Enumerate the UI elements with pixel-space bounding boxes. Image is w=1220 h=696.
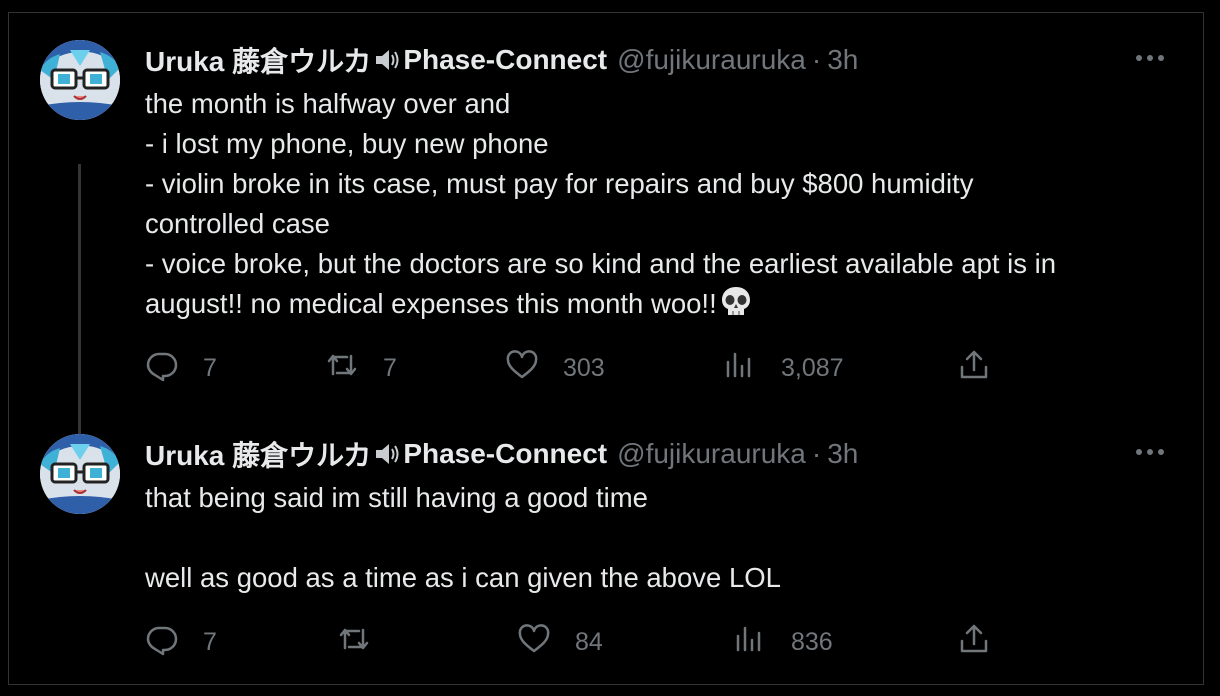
like-count: 303: [563, 353, 605, 382]
avatar[interactable]: [40, 434, 120, 514]
separator-dot: ·: [811, 438, 822, 469]
views-count: 836: [791, 627, 833, 656]
reply-count: 7: [203, 353, 217, 382]
timestamp[interactable]: 3h: [827, 438, 858, 470]
like-button[interactable]: 84: [517, 622, 603, 662]
reply-icon: [145, 348, 179, 389]
share-icon: [957, 622, 991, 663]
tweet-header: Uruka 藤倉ウルカ Phase-Connect @fujikurauruka…: [145, 436, 1180, 472]
timestamp[interactable]: 3h: [827, 44, 858, 76]
name-suffix[interactable]: Phase-Connect: [403, 438, 607, 470]
tweet-line: controlled case: [145, 208, 330, 239]
tweet-header: Uruka 藤倉ウルカ Phase-Connect @fujikurauruka…: [145, 42, 1180, 78]
reply-count: 7: [203, 627, 217, 656]
views-count: 3,087: [781, 353, 844, 382]
share-button[interactable]: [957, 622, 991, 662]
thread-connector: [78, 164, 81, 460]
skull-emoji-icon: [719, 285, 753, 319]
retweet-icon: [325, 348, 359, 389]
speaker-icon: [373, 440, 401, 468]
speaker-icon: [373, 46, 401, 74]
tweet-line: - violin broke in its case, must pay for…: [145, 168, 974, 199]
name-suffix[interactable]: Phase-Connect: [403, 44, 607, 76]
tweet-text: the month is halfway over and - i lost m…: [145, 84, 1185, 324]
views-icon: [733, 622, 767, 663]
reply-icon: [145, 622, 179, 663]
tweet-line-last: august!! no medical expenses this month …: [145, 284, 1185, 324]
tweet-line: well as good as a time as i can given th…: [145, 562, 781, 593]
like-count: 84: [575, 627, 603, 656]
reply-button[interactable]: 7: [145, 348, 217, 388]
share-icon: [957, 348, 991, 389]
retweet-count: 7: [383, 353, 397, 382]
user-handle[interactable]: @fujikurauruka: [617, 438, 806, 470]
tweet-blank-line: [145, 518, 1185, 558]
retweet-button[interactable]: 7: [325, 348, 397, 388]
like-button[interactable]: 303: [505, 348, 605, 388]
user-handle[interactable]: @fujikurauruka: [617, 44, 806, 76]
tweet-line-text: august!! no medical expenses this month …: [145, 288, 717, 319]
tweet-2[interactable]: Uruka 藤倉ウルカ Phase-Connect @fujikurauruka…: [0, 430, 1220, 670]
more-horizontal-icon[interactable]: [1132, 440, 1168, 464]
separator-dot: ·: [811, 44, 822, 75]
views-button[interactable]: 3,087: [723, 348, 844, 388]
heart-icon: [505, 348, 539, 389]
tweet-line: - i lost my phone, buy new phone: [145, 128, 549, 159]
display-name[interactable]: Uruka 藤倉ウルカ: [145, 434, 371, 474]
retweet-icon: [337, 622, 371, 663]
tweet-actions: 7 84 836: [145, 622, 1145, 662]
tweet-line: the month is halfway over and: [145, 88, 511, 119]
tweet-actions: 7 7 303 3,087: [145, 348, 1145, 388]
share-button[interactable]: [957, 348, 991, 388]
tweet-text: that being said im still having a good t…: [145, 478, 1185, 598]
views-icon: [723, 348, 757, 389]
display-name[interactable]: Uruka 藤倉ウルカ: [145, 40, 371, 80]
tweet-1[interactable]: Uruka 藤倉ウルカ Phase-Connect @fujikurauruka…: [0, 36, 1220, 460]
reply-button[interactable]: 7: [145, 622, 217, 662]
retweet-button[interactable]: [337, 622, 395, 662]
heart-icon: [517, 622, 551, 663]
tweet-line: - voice broke, but the doctors are so ki…: [145, 248, 1057, 279]
views-button[interactable]: 836: [733, 622, 833, 662]
avatar[interactable]: [40, 40, 120, 120]
tweet-line: that being said im still having a good t…: [145, 482, 648, 513]
more-horizontal-icon[interactable]: [1132, 46, 1168, 70]
